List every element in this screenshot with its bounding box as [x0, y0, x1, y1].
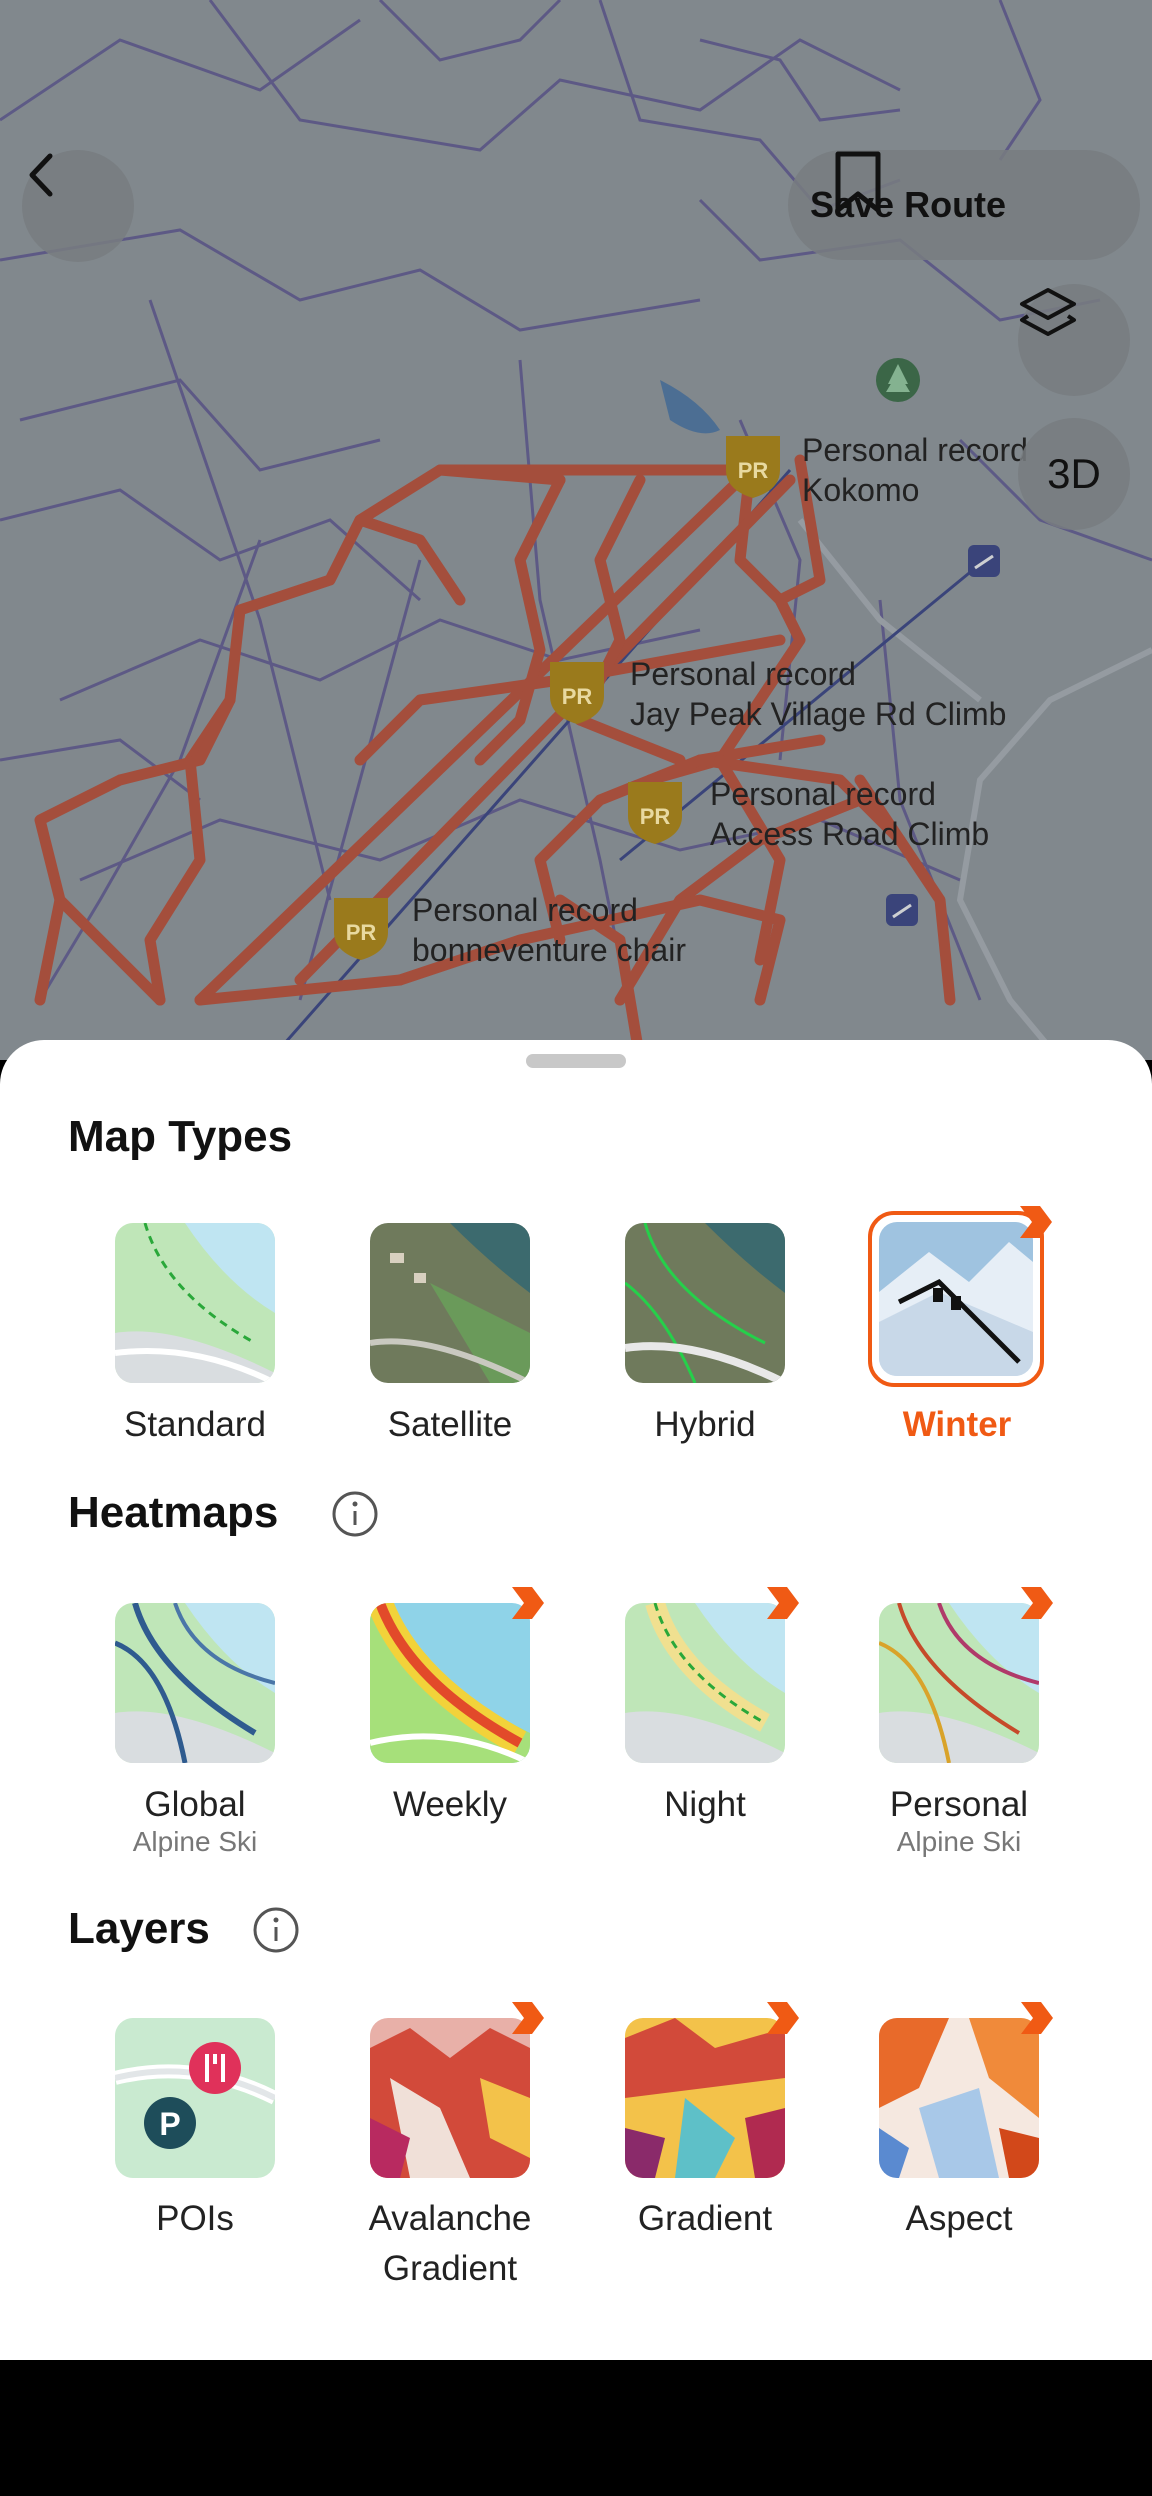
3d-toggle-button[interactable]: 3D	[1018, 418, 1130, 530]
system-navigation-bar	[0, 2360, 1152, 2496]
layer-label-line2: Gradient	[382, 2249, 518, 2288]
avalanche-layer-thumbnail	[370, 2018, 530, 2178]
svg-text:PR: PR	[562, 684, 593, 709]
personal-heatmap-thumbnail	[879, 1603, 1039, 1763]
layer-label: POIs	[156, 2199, 234, 2238]
pr-badge-icon[interactable]: PR	[330, 892, 392, 962]
layer-label: Avalanche	[368, 2199, 532, 2238]
map-type-label: Hybrid	[654, 1405, 756, 1444]
layers-icon	[1020, 288, 1076, 336]
pr-label-access-road: Personal record Access Road Climb	[710, 774, 989, 854]
premium-flag-icon	[767, 1587, 799, 1619]
gradient-layer-thumbnail	[625, 2018, 785, 2178]
heatmap-sub-label: Alpine Ski	[132, 1826, 258, 1857]
map-type-label-selected: Winter	[902, 1405, 1012, 1444]
heatmap-label: Weekly	[392, 1785, 508, 1824]
heatmap-label: Night	[664, 1785, 746, 1824]
heatmaps-title: Heatmaps	[68, 1488, 279, 1537]
satellite-map-thumbnail	[370, 1223, 530, 1383]
premium-flag-icon	[1021, 1587, 1053, 1619]
premium-flag-icon	[512, 1587, 544, 1619]
winter-map-thumbnail	[879, 1222, 1033, 1376]
heatmap-label: Global	[144, 1785, 246, 1824]
map-options-sheet: Map Types Standard Satellite Hybrid Wint…	[0, 1040, 1152, 2360]
back-button[interactable]	[22, 150, 134, 262]
bookmark-icon	[835, 151, 881, 213]
pr-label-jay-peak: Personal record Jay Peak Village Rd Clim…	[630, 654, 1006, 734]
map-type-label: Standard	[123, 1405, 267, 1444]
heatmap-label: Personal	[889, 1785, 1029, 1824]
svg-text:PR: PR	[346, 920, 377, 945]
info-icon[interactable]	[331, 1490, 379, 1538]
aspect-layer-thumbnail	[879, 2018, 1039, 2178]
save-route-button[interactable]: Save Route	[788, 150, 1140, 260]
info-icon[interactable]	[252, 1906, 300, 1954]
svg-text:PR: PR	[640, 804, 671, 829]
premium-flag-icon	[512, 2002, 544, 2034]
map-type-label: Satellite	[387, 1405, 513, 1444]
fork-knife-icon	[189, 2042, 241, 2094]
layer-label: Aspect	[905, 2199, 1013, 2238]
layers-title: Layers	[68, 1904, 210, 1953]
premium-flag-icon	[1021, 2002, 1053, 2034]
pr-label-bonneventure: Personal record bonneventure chair	[412, 890, 686, 970]
pr-label-kokomo: Personal record Kokomo	[802, 430, 1028, 510]
3d-label: 3D	[1047, 450, 1101, 497]
svg-text:P: P	[159, 2106, 180, 2142]
pois-layer-thumbnail: P	[115, 2018, 275, 2178]
pr-label-line: bonneventure chair	[412, 932, 686, 968]
night-heatmap-thumbnail	[625, 1603, 785, 1763]
premium-flag-icon	[767, 2002, 799, 2034]
pr-label-line: Personal record	[412, 892, 638, 928]
hybrid-map-thumbnail	[625, 1223, 785, 1383]
heatmap-sub-label: Alpine Ski	[896, 1826, 1022, 1857]
pr-badge-icon[interactable]: PR	[722, 430, 784, 500]
standard-map-thumbnail	[115, 1223, 275, 1383]
svg-text:PR: PR	[738, 458, 769, 483]
map-view[interactable]: PR PR PR PR Personal record Kokomo Perso…	[0, 0, 1152, 1060]
pr-badge-icon[interactable]: PR	[624, 776, 686, 846]
pr-label-line: Access Road Climb	[710, 816, 990, 852]
pr-label-line: Personal record	[710, 776, 936, 812]
layers-button[interactable]	[1018, 284, 1130, 396]
global-heatmap-thumbnail	[115, 1603, 275, 1763]
pr-label-line: Personal record	[802, 432, 1028, 468]
pr-badge-icon[interactable]: PR	[546, 656, 608, 726]
chevron-left-icon	[29, 153, 53, 197]
pr-label-line: Personal record	[630, 656, 856, 692]
map-types-title: Map Types	[68, 1112, 293, 1161]
weekly-heatmap-thumbnail	[370, 1603, 530, 1763]
sheet-drag-handle[interactable]	[526, 1054, 626, 1068]
pr-label-line: Kokomo	[802, 472, 920, 508]
premium-flag-icon	[1020, 1206, 1052, 1238]
pr-label-line: Jay Peak Village Rd Climb	[630, 696, 1007, 732]
layer-label: Gradient	[637, 2199, 773, 2238]
